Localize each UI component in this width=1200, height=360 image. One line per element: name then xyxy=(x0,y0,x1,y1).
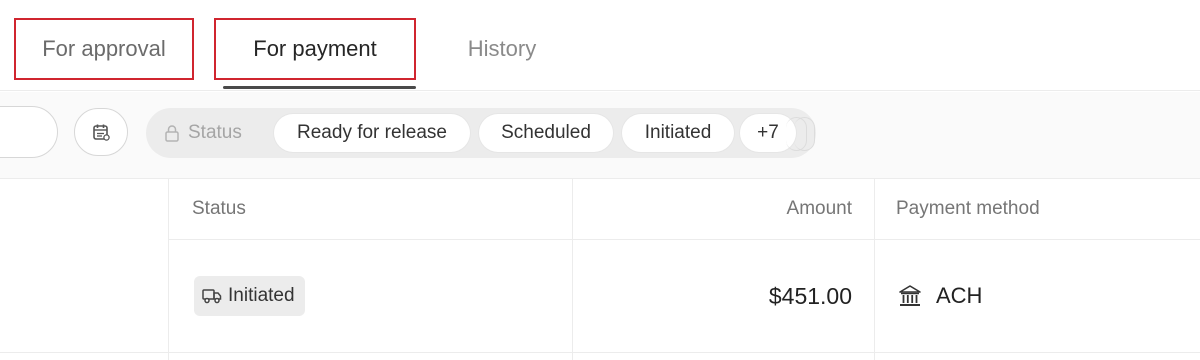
status-chip-initiated[interactable]: Initiated xyxy=(622,114,734,152)
status-chip-ready-for-release[interactable]: Ready for release xyxy=(274,114,470,152)
bank-icon xyxy=(899,285,921,306)
search-input[interactable] xyxy=(0,106,58,158)
column-separator xyxy=(874,178,875,360)
tab-history[interactable]: History xyxy=(440,18,564,80)
tab-bar: For approval For payment History xyxy=(0,0,1200,92)
tab-for-payment[interactable]: For payment xyxy=(214,18,416,80)
table-left-border xyxy=(168,178,169,360)
tab-for-payment-label: For payment xyxy=(253,36,377,61)
chip-label: +7 xyxy=(757,122,779,143)
tab-for-approval[interactable]: For approval xyxy=(14,18,194,80)
status-chip-scheduled[interactable]: Scheduled xyxy=(479,114,613,152)
status-filter-group: Status Ready for release Scheduled Initi… xyxy=(146,108,816,158)
status-badge: Initiated xyxy=(194,276,305,316)
column-header-payment-method[interactable]: Payment method xyxy=(896,178,1040,239)
lock-icon xyxy=(165,125,179,142)
tab-history-label: History xyxy=(467,36,537,61)
status-badge-label: Initiated xyxy=(228,285,295,306)
column-header-amount[interactable]: Amount xyxy=(600,178,852,239)
status-filter-text: Status xyxy=(188,122,242,143)
chip-label: Ready for release xyxy=(297,122,447,143)
truck-icon xyxy=(202,289,222,304)
row-divider xyxy=(0,352,1200,353)
payment-method-label: ACH xyxy=(936,283,983,308)
tabs-divider xyxy=(0,90,1200,91)
calendar-icon xyxy=(93,124,110,141)
filter-bar: Status Ready for release Scheduled Initi… xyxy=(0,92,1200,178)
date-filter-button[interactable] xyxy=(74,108,128,156)
chip-label: Scheduled xyxy=(501,122,591,143)
tab-for-approval-label: For approval xyxy=(42,36,166,61)
chip-label: Initiated xyxy=(644,122,712,143)
column-separator xyxy=(572,178,573,360)
payment-method-cell: ACH xyxy=(898,276,982,316)
header-divider xyxy=(168,239,1200,240)
active-tab-indicator xyxy=(223,86,416,89)
status-filter-label[interactable]: Status xyxy=(164,108,242,158)
amount-cell: $451.00 xyxy=(768,282,852,309)
column-header-status[interactable]: Status xyxy=(192,178,246,239)
chip-overflow-edge xyxy=(794,117,815,151)
